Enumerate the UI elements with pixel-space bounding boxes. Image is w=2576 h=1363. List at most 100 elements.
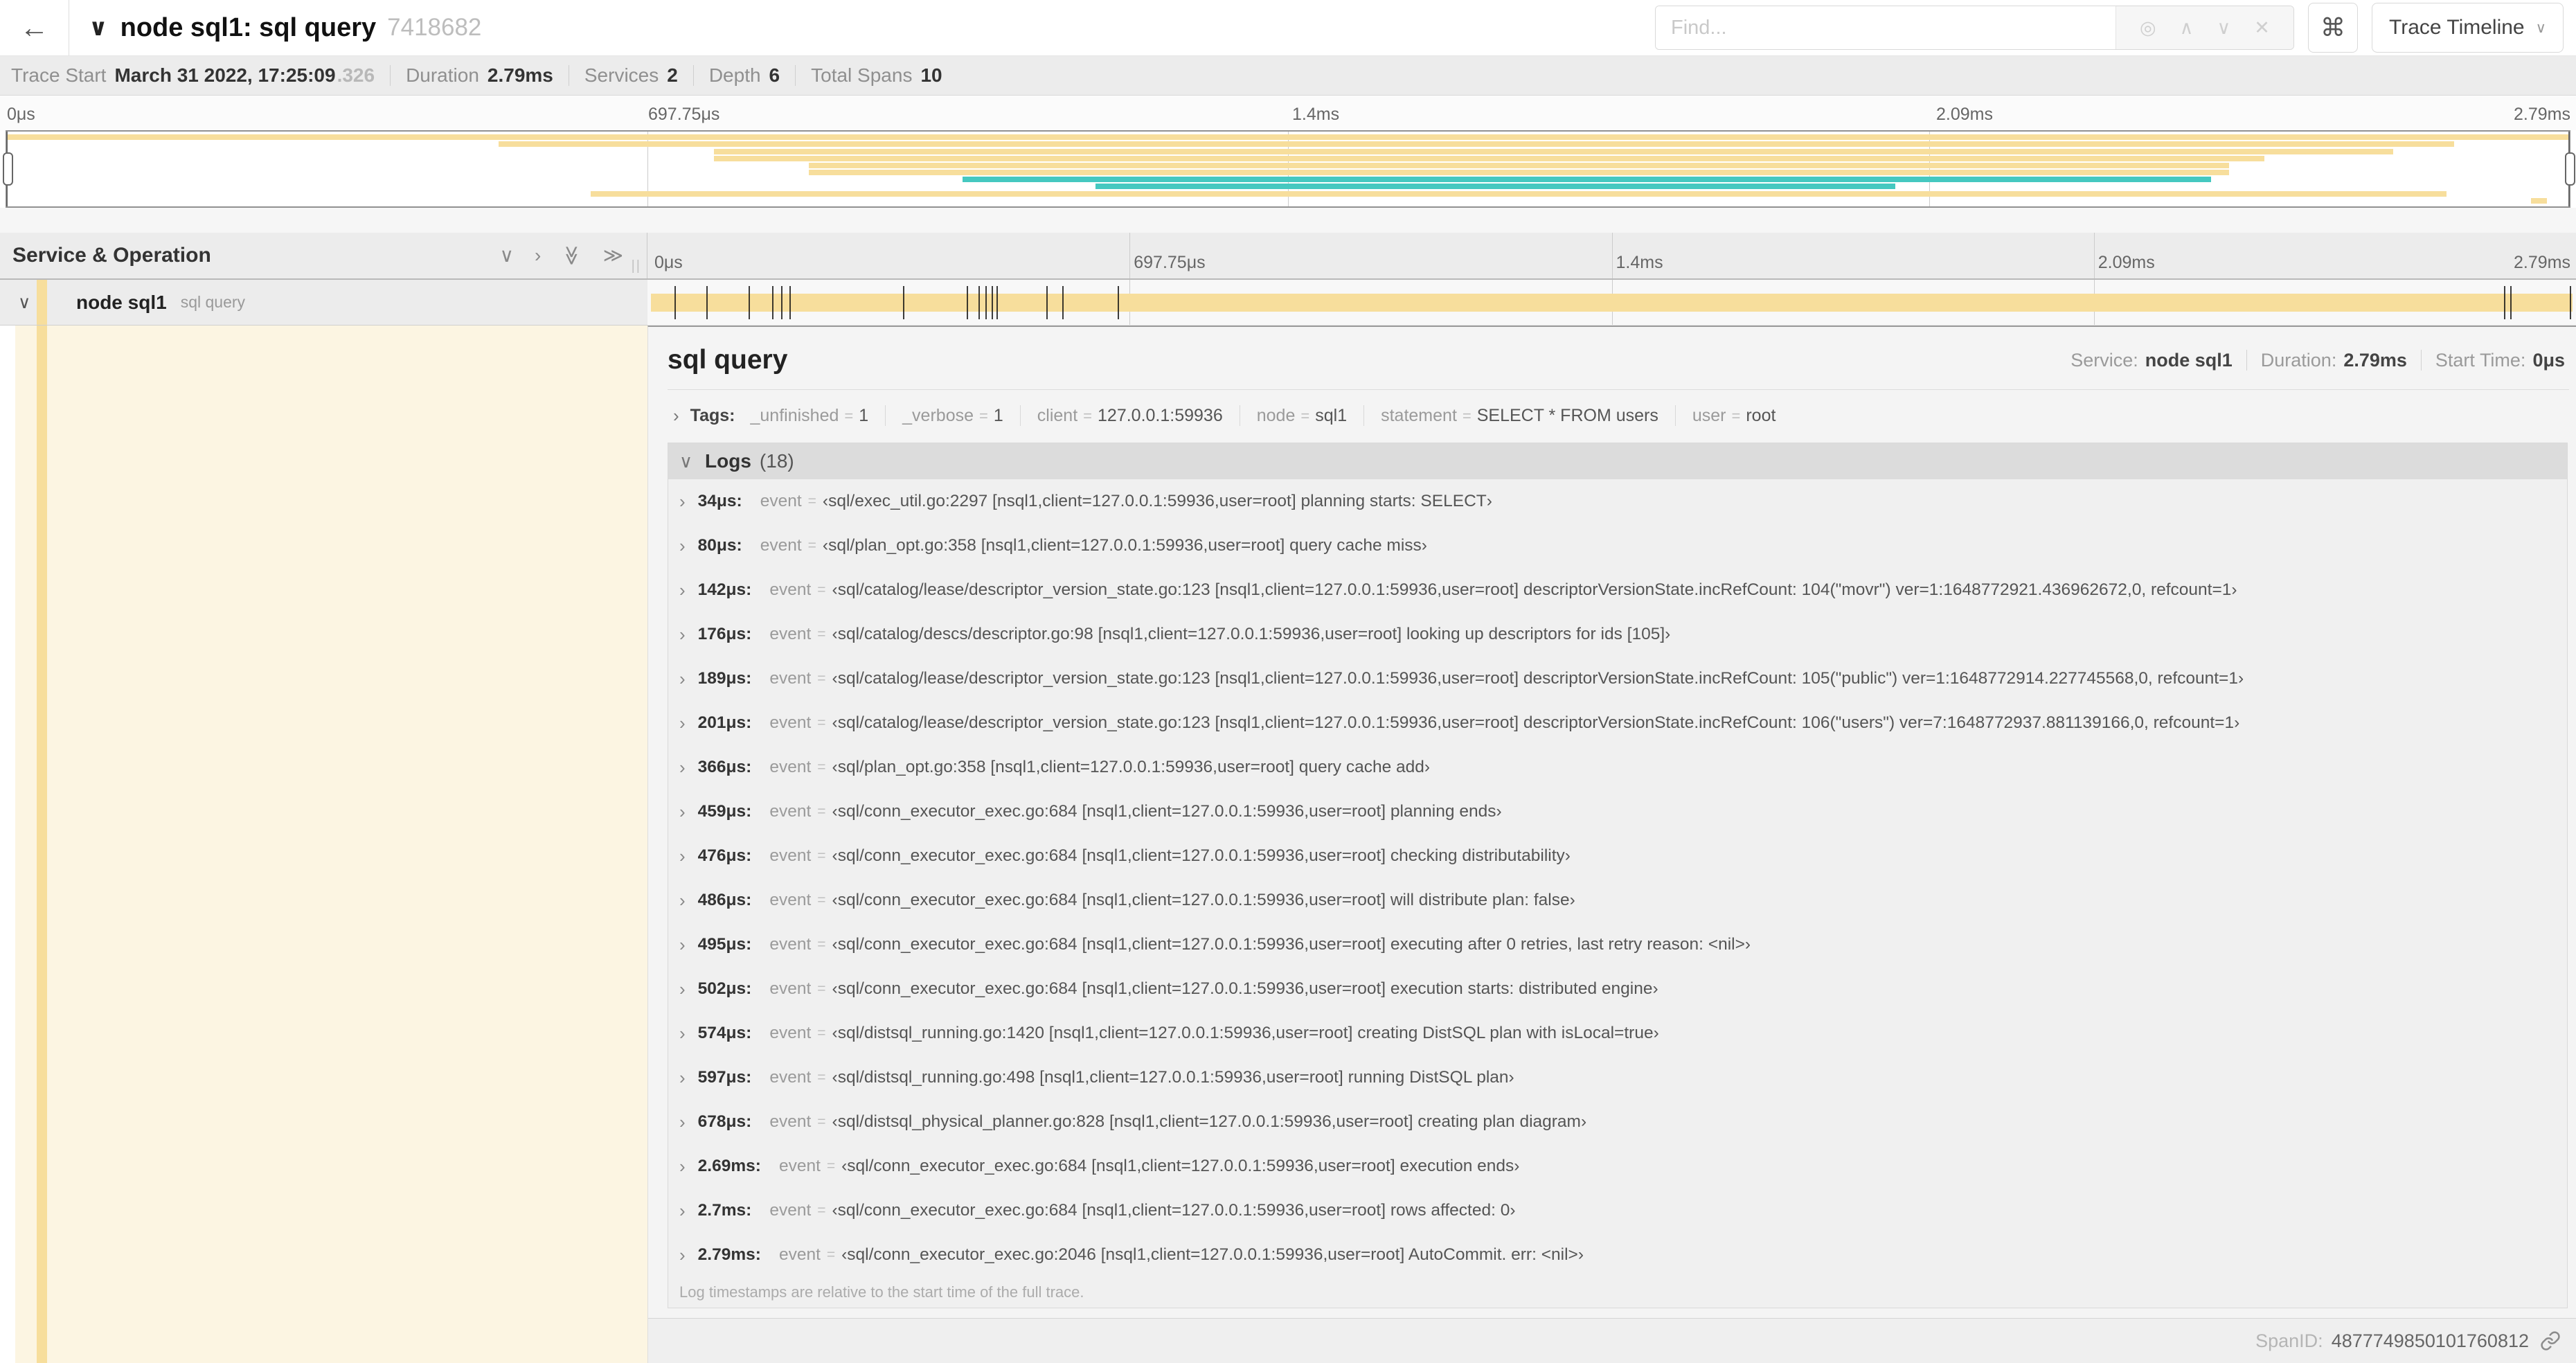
- expand-one-icon[interactable]: ›: [535, 246, 541, 265]
- minimap-span-row: [6, 177, 2570, 183]
- log-row[interactable]: › 34μs: event = ‹sql/exec_util.go:2297 [nsql…: [668, 479, 2567, 524]
- ruler-tick-label: 2.79ms: [2514, 105, 2570, 124]
- log-timestamp: 495μs:: [697, 935, 752, 954]
- tag-equals: =: [844, 407, 854, 425]
- minimap-left-scrubber[interactable]: [3, 132, 13, 206]
- tag-key: _unfinished: [750, 405, 839, 425]
- column-resize-grip[interactable]: ||: [632, 258, 641, 274]
- prev-match-icon[interactable]: ∧: [2180, 17, 2194, 39]
- gridline: [1129, 233, 1131, 278]
- log-message: ‹sql/conn_executor_exec.go:684 [nsql1,cl…: [832, 935, 1751, 954]
- service-name: node sql1: [76, 291, 167, 313]
- trace-timeline-page: ← ∨ node sql1: sql query 7418682 ◎ ∧ ∨ ✕…: [0, 0, 2576, 1363]
- tag-value: sql1: [1315, 405, 1348, 425]
- log-field-name: event: [760, 492, 802, 510]
- log-row[interactable]: › 495μs: event = ‹sql/conn_executor_exec.go:…: [668, 923, 2567, 967]
- span-row-track[interactable]: [647, 280, 2576, 326]
- log-field-name: event: [769, 1112, 812, 1131]
- summary-item-label: Duration: [406, 64, 479, 86]
- span-row-label[interactable]: ∨ node sql1 sql query: [0, 280, 647, 326]
- next-match-icon[interactable]: ∨: [2217, 17, 2230, 39]
- trace-summary-bar: Trace Start March 31 2022, 17:25:09.326 Du…: [0, 56, 2576, 96]
- back-button[interactable]: ←: [0, 0, 69, 55]
- log-event-tick: [2569, 286, 2571, 319]
- log-row[interactable]: › 201μs: event = ‹sql/catalog/lease/descript…: [668, 701, 2567, 745]
- log-row[interactable]: › 597μs: event = ‹sql/distsql_running.go:498…: [668, 1055, 2567, 1100]
- span-id-label: SpanID:: [2255, 1330, 2323, 1351]
- expand-all-icon[interactable]: ≫: [603, 246, 623, 265]
- summary-item-value: 2: [667, 64, 678, 86]
- clear-find-icon[interactable]: ✕: [2254, 17, 2270, 39]
- summary-item: Trace Start March 31 2022, 17:25:09.326: [11, 64, 375, 87]
- log-row[interactable]: › 80μs: event = ‹sql/plan_opt.go:358 [nsql1,…: [668, 524, 2567, 568]
- tag-value: root: [1746, 405, 1776, 425]
- minimap-span-row: [6, 197, 2570, 204]
- trace-collapse-icon[interactable]: ∨: [89, 14, 108, 42]
- tags-list: _unfinished = 1 _verbose = 1 client = 127.0.0.1:…: [751, 405, 1776, 426]
- log-row[interactable]: › 459μs: event = ‹sql/conn_executor_exec.go:…: [668, 790, 2567, 834]
- timeline-header-left: Service & Operation ∨ › ≫ ≫ ||: [0, 233, 647, 278]
- minimap-span-row: [6, 141, 2570, 148]
- span-tag[interactable]: client = 127.0.0.1:59936: [1037, 406, 1223, 426]
- span-tag[interactable]: _unfinished = 1: [751, 406, 869, 426]
- log-row[interactable]: › 2.69ms: event = ‹sql/conn_executor_exec.go…: [668, 1144, 2567, 1188]
- summary-item-label: Depth: [708, 64, 761, 86]
- log-row[interactable]: › 176μs: event = ‹sql/catalog/descs/descript…: [668, 612, 2567, 657]
- log-row[interactable]: › 189μs: event = ‹sql/catalog/lease/descript…: [668, 657, 2567, 701]
- log-equals: =: [807, 493, 816, 509]
- tag-value: 127.0.0.1:59936: [1098, 405, 1223, 425]
- summary-item-label: Total Spans: [811, 64, 913, 86]
- log-row[interactable]: › 142μs: event = ‹sql/catalog/lease/descript…: [668, 568, 2567, 612]
- tags-row[interactable]: › Tags: _unfinished = 1 _verbose = 1 client = 12…: [668, 405, 2569, 426]
- log-row[interactable]: › 502μs: event = ‹sql/conn_executor_exec.go:…: [668, 967, 2567, 1011]
- service-operation-header: Service & Operation: [12, 244, 211, 267]
- span-log-ticks: [651, 280, 2573, 325]
- find-actions: ◎ ∧ ∨ ✕: [2116, 6, 2293, 49]
- span-tag[interactable]: statement = SELECT * FROM users: [1381, 406, 1658, 426]
- minimap-span-bar: [713, 155, 2265, 161]
- collapse-all-icon[interactable]: ≫: [562, 245, 583, 265]
- logs-header[interactable]: ∨ Logs (18): [668, 443, 2567, 479]
- log-field-name: event: [769, 1068, 812, 1087]
- log-row[interactable]: › 366μs: event = ‹sql/plan_opt.go:358 [nsql1…: [668, 745, 2567, 790]
- span-tag[interactable]: user = root: [1692, 406, 1776, 426]
- log-row[interactable]: › 2.79ms: event = ‹sql/conn_executor_exec.go…: [668, 1233, 2567, 1277]
- log-row[interactable]: › 678μs: event = ‹sql/distsql_physical_plann…: [668, 1100, 2567, 1144]
- summary-item-suffix: .326: [337, 64, 375, 86]
- scrubber-grip[interactable]: [3, 152, 13, 186]
- log-row[interactable]: › 476μs: event = ‹sql/conn_executor_exec.go:…: [668, 834, 2567, 878]
- minimap-span-bar: [713, 148, 2393, 154]
- minimap-span-row: [6, 148, 2570, 154]
- collapse-one-icon[interactable]: ∨: [500, 246, 515, 265]
- link-icon[interactable]: [2540, 1330, 2561, 1351]
- chevron-down-icon[interactable]: ∨: [18, 292, 30, 313]
- locate-icon[interactable]: ◎: [2140, 17, 2156, 39]
- minimap-right-scrubber[interactable]: [2565, 132, 2575, 206]
- summary-item: Total Spans 10: [811, 64, 942, 87]
- view-select-button[interactable]: Trace Timeline ∨: [2372, 3, 2564, 53]
- log-row[interactable]: › 574μs: event = ‹sql/distsql_running.go:142…: [668, 1011, 2567, 1055]
- scrubber-grip[interactable]: [2565, 152, 2575, 186]
- log-event-tick: [706, 286, 708, 319]
- log-field-name: event: [769, 713, 812, 732]
- separator: [390, 65, 391, 86]
- log-row[interactable]: › 486μs: event = ‹sql/conn_executor_exec.go:…: [668, 878, 2567, 923]
- span-tag[interactable]: node = sql1: [1257, 406, 1347, 426]
- span-tag[interactable]: _verbose = 1: [902, 406, 1003, 426]
- log-row[interactable]: › 2.7ms: event = ‹sql/conn_executor_exec.go:…: [668, 1188, 2567, 1233]
- log-timestamp: 476μs:: [697, 846, 752, 865]
- start-time-value: 0μs: [2532, 349, 2565, 371]
- ruler-tick-label: 0μs: [654, 253, 683, 272]
- tag-value: SELECT * FROM users: [1476, 405, 1658, 425]
- log-event-tick: [1062, 286, 1064, 319]
- log-timestamp: 201μs:: [697, 713, 752, 732]
- keyboard-shortcuts-button[interactable]: ⌘: [2308, 3, 2358, 53]
- find-input[interactable]: [1656, 6, 2116, 49]
- log-timestamp: 80μs:: [697, 536, 742, 555]
- selected-row-highlight: [15, 326, 647, 1363]
- chevron-right-icon: ›: [679, 1112, 686, 1132]
- trace-minimap[interactable]: [3, 130, 2575, 208]
- log-message: ‹sql/conn_executor_exec.go:684 [nsql1,cl…: [841, 1157, 1520, 1175]
- log-timestamp: 2.7ms:: [697, 1201, 752, 1220]
- log-event-tick: [2510, 286, 2512, 319]
